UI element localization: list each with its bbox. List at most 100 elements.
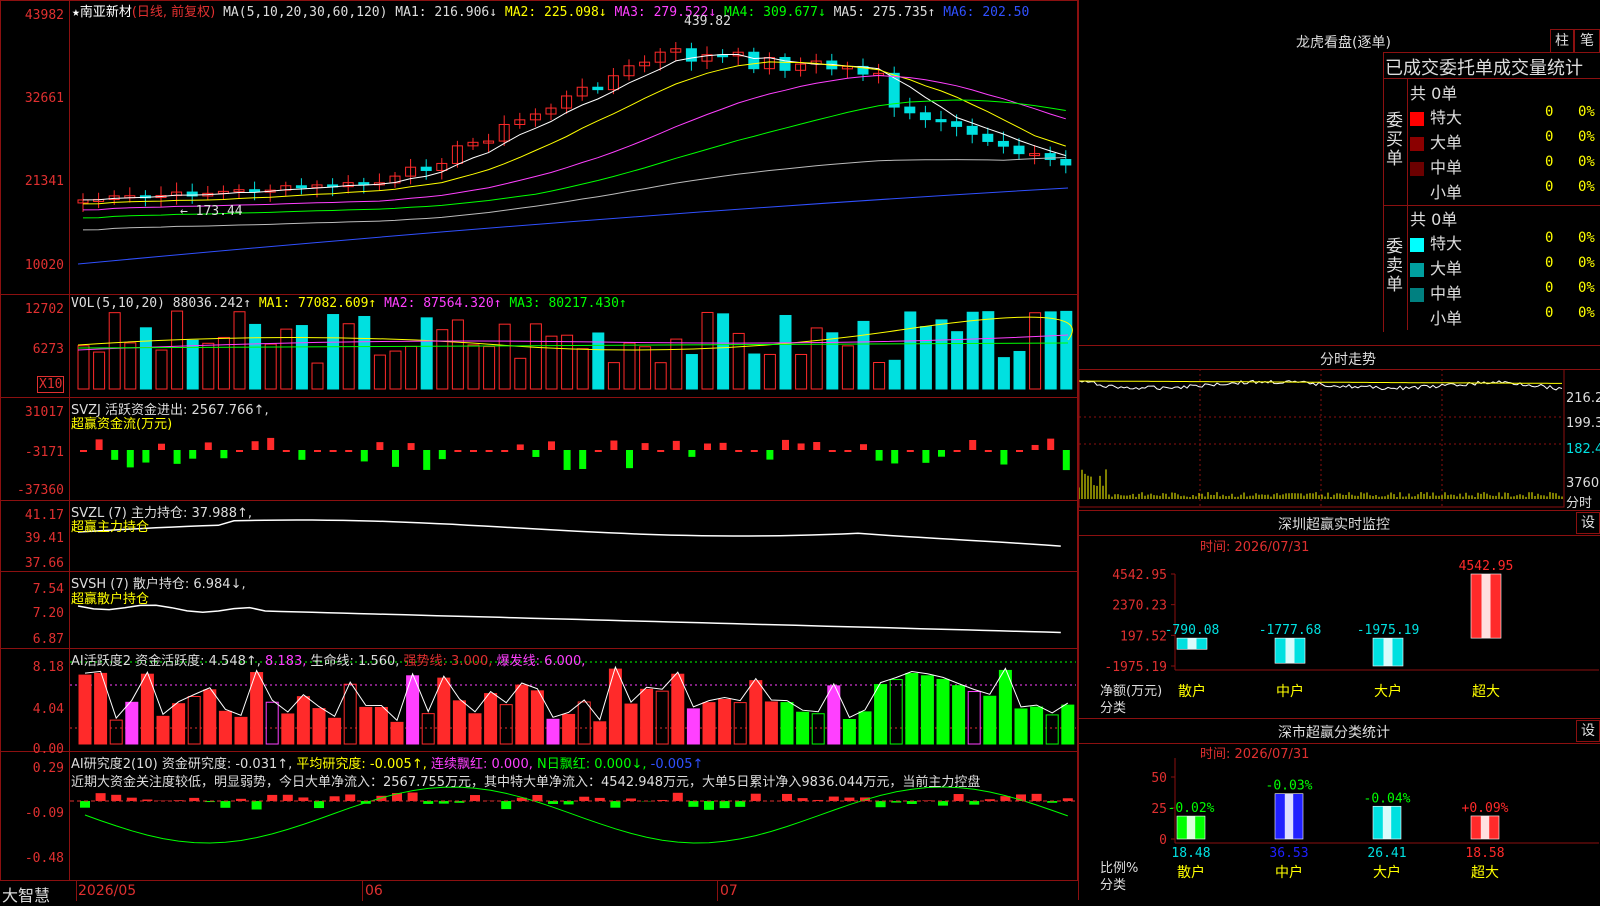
ai-activity-bar xyxy=(453,701,465,744)
stroke-view-button[interactable]: 笔 xyxy=(1574,29,1600,53)
sz-category-label: 散户 xyxy=(1178,683,1206,700)
ai1-axis-2: 0.00 xyxy=(0,742,64,757)
tick-may xyxy=(76,881,77,901)
svzj-bar xyxy=(392,450,399,467)
price-axis-2: 21341 xyxy=(0,174,64,189)
sz-value-label: 4542.95 xyxy=(1459,559,1514,574)
ai-research-bar xyxy=(610,801,620,808)
date-label-jul: 07 xyxy=(720,883,738,899)
svzj-sub: 超赢资金流(万元) xyxy=(71,413,172,432)
ai-research-bar xyxy=(111,795,121,801)
kline-header: ★南亚新材(日线, 前复权) MA(5,10,20,30,60,120) MA1… xyxy=(72,1,1029,20)
volume-bar xyxy=(952,332,963,389)
ma2-value: MA2: 225.098↓ xyxy=(505,5,607,20)
ma5-value: MA5: 275.735↑ xyxy=(834,5,936,20)
ai1-axis-1: 4.04 xyxy=(0,702,64,717)
volume-bar xyxy=(671,339,682,389)
buy-order-color-swatch xyxy=(1410,162,1424,176)
date-label-may: 2026/05 xyxy=(78,883,136,899)
ai-activity-bar xyxy=(344,684,356,744)
sz-bar-highlight xyxy=(1482,574,1491,638)
ma4-value: MA4: 309.677↓ xyxy=(724,5,826,20)
buy-order-row-label: 特大 xyxy=(1430,108,1462,127)
lhb-title: 龙虎看盘(逐单) xyxy=(1296,32,1391,52)
volume-bar xyxy=(702,312,713,389)
svzj-bar xyxy=(1047,439,1054,450)
ai-research-bar xyxy=(283,795,293,801)
order-stats-tabs[interactable]: 已成交委托单成交量统计 xyxy=(1385,54,1598,80)
volume-bar xyxy=(234,312,245,389)
sell-order-row-label: 大单 xyxy=(1430,259,1462,278)
svzl-axis-2: 37.66 xyxy=(0,556,64,571)
svzj-bar xyxy=(345,450,352,452)
vol-unit-badge[interactable]: X10 xyxy=(37,376,64,393)
ai-activity-bar xyxy=(360,707,372,744)
sell-side-label: 委卖单 xyxy=(1386,238,1402,295)
volume-bar xyxy=(1061,311,1072,389)
svzj-bar xyxy=(642,443,649,450)
star-icon[interactable]: ★ xyxy=(72,5,80,20)
svzj-bar xyxy=(829,450,836,452)
svzj-bar xyxy=(283,450,290,452)
sz-bar-highlight xyxy=(1384,638,1393,666)
svzj-bar xyxy=(907,450,914,452)
ai2-cont: 连续飘红: 0.000, xyxy=(431,757,533,772)
ai-research-bar xyxy=(564,801,574,804)
sz-settings-button[interactable]: 设 xyxy=(1576,512,1600,534)
ai-research-bar xyxy=(345,794,355,801)
ai-activity-bar xyxy=(765,702,777,744)
period-mode[interactable]: (日线, 前复权) xyxy=(132,5,215,20)
ai-activity-bar xyxy=(734,703,746,744)
ai-research-bar xyxy=(673,793,683,801)
svzj-bar xyxy=(798,443,805,450)
ma6-value: MA6: 202.50 xyxy=(943,5,1029,20)
sz-axis-label: 2370.23 xyxy=(1112,599,1167,614)
sz-axis-label: -1975.19 xyxy=(1104,660,1167,675)
svzj-axis-0: 31017 xyxy=(0,405,64,420)
ma-line xyxy=(83,55,1066,200)
ai-research-bar xyxy=(751,794,761,801)
brand-label[interactable]: 大智慧 xyxy=(2,882,50,906)
sell-order-row-pct: 0% xyxy=(1578,280,1595,296)
ai-activity-header: AI活跃度2 资金活跃度: 4.548↑, 8.183, 生命线: 1.560,… xyxy=(71,650,585,669)
sc-bar-highlight xyxy=(1285,794,1293,839)
price-axis-3: 10020 xyxy=(0,258,64,273)
fs-axis-3: 3760 xyxy=(1566,476,1599,491)
ai-activity-bar xyxy=(781,703,793,744)
volume-header: VOL(5,10,20) 88036.242↑ MA1: 77082.609↑ … xyxy=(71,296,627,311)
intraday-chart[interactable] xyxy=(1079,369,1600,509)
volume-bar xyxy=(1045,312,1056,389)
sell-order-color-swatch xyxy=(1410,238,1424,252)
svzj-bar xyxy=(579,450,586,469)
ai1-life: 生命线: 1.560, xyxy=(311,654,400,669)
svzj-bar xyxy=(548,441,555,450)
price-axis-0: 43982 xyxy=(0,8,64,23)
svzj-bar xyxy=(813,442,820,450)
svzj-bar xyxy=(298,450,305,460)
sz-category-label: 超大 xyxy=(1472,684,1500,700)
volume-bar xyxy=(1030,313,1041,389)
sell-order-row: 中单00% xyxy=(1410,280,1598,304)
volume-bar xyxy=(874,362,885,389)
stock-name[interactable]: 南亚新材 xyxy=(80,5,132,20)
svzj-bar xyxy=(876,450,883,461)
ai-activity-bar xyxy=(531,691,543,744)
ai-activity-bar xyxy=(999,670,1011,744)
ai-activity-bar xyxy=(79,675,91,744)
svsh-sub: 超赢散户持仓 xyxy=(71,588,149,607)
sz-axis-label: 197.52 xyxy=(1120,629,1167,644)
ma-line xyxy=(83,62,1066,204)
column-view-button[interactable]: 柱 xyxy=(1550,29,1574,53)
svzj-bar xyxy=(1000,450,1007,465)
volume-bar xyxy=(686,355,697,389)
svzj-bar xyxy=(111,450,118,460)
sc-axis-label: 0 xyxy=(1159,833,1167,848)
volume-bar xyxy=(468,345,479,389)
volume-bar xyxy=(94,352,105,389)
ai1-label: AI活跃度2 资金活跃度: 4.548↑, xyxy=(71,654,261,669)
volume-bar xyxy=(920,327,931,389)
sc-settings-button[interactable]: 设 xyxy=(1576,720,1600,742)
ma-line xyxy=(83,76,1066,210)
order-side-col xyxy=(1407,78,1408,330)
volume-bar xyxy=(811,328,822,389)
